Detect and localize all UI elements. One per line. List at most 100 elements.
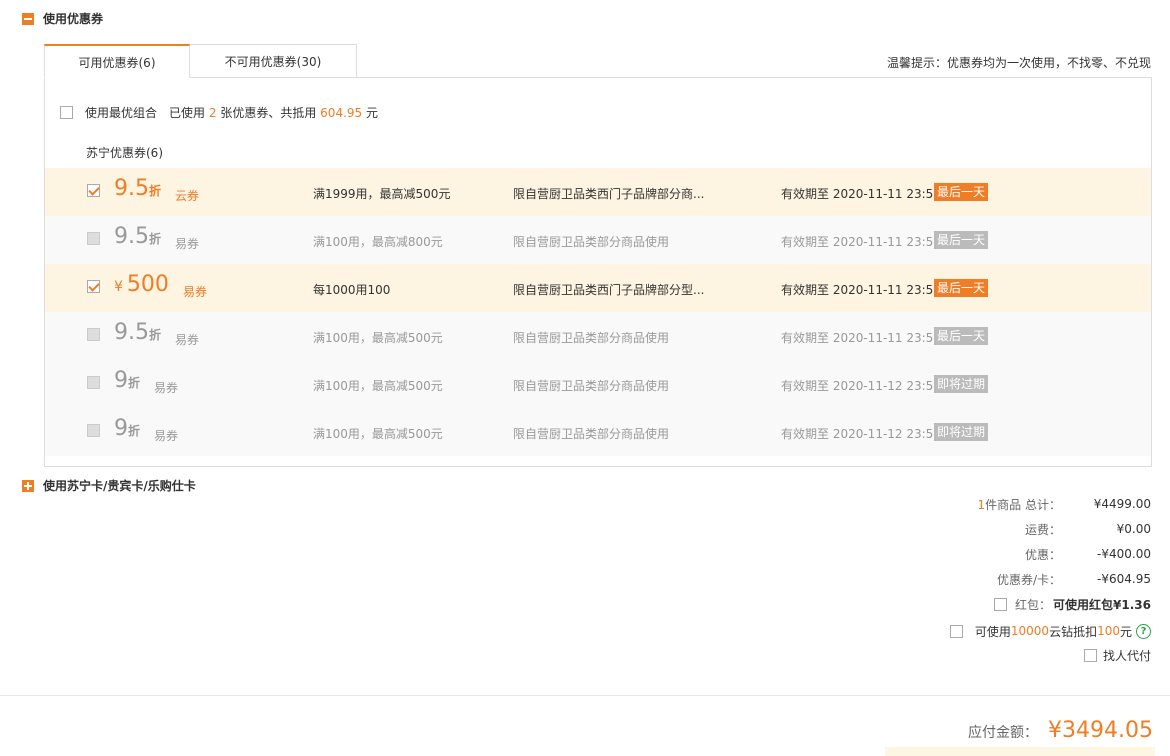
coupon-amount: 500 xyxy=(126,272,169,297)
redpacket-value: 可使用红包¥1.36 xyxy=(1053,597,1151,612)
coupon-type: 易券 xyxy=(175,237,200,251)
coupon-rule: 每1000用100 xyxy=(313,283,391,297)
coupon-badge: 最后一天 xyxy=(934,279,989,297)
shipping-label: 运费： xyxy=(1024,522,1061,537)
coupon-currency: ¥ xyxy=(114,279,123,295)
total-line: 1件商品 总计： ¥4499.00 xyxy=(978,496,1151,512)
coupon-rule: 满100用，最高减800元 xyxy=(313,235,443,249)
coupon-card-label: 优惠券/卡： xyxy=(996,572,1061,587)
coupon-rule: 满100用，最高减500元 xyxy=(313,379,443,393)
coupon-badge: 最后一天 xyxy=(934,183,989,201)
divider xyxy=(0,695,1170,696)
best-combo-checkbox[interactable] xyxy=(60,106,73,119)
best-combo-summary: 已使用 2 张优惠券、共抵用 604.95 元 xyxy=(169,104,378,121)
yunzuan-mid: 云钻抵扣 xyxy=(1049,624,1098,639)
coupon-value: 9.5折 xyxy=(114,176,161,201)
coupon-type: 云券 xyxy=(175,189,200,203)
tab-available-coupons[interactable]: 可用优惠券(6) xyxy=(44,44,190,78)
coupon-row[interactable]: 9.5折 云券 满1999用，最高减500元 限自营厨卫品类西门子品牌部分商..… xyxy=(45,168,1151,216)
coupon-card-line: 优惠券/卡： -¥604.95 xyxy=(997,571,1151,587)
coupon-row[interactable]: 9折 易券 满100用，最高减500元 限自营厨卫品类部分商品使用 有效期至 2… xyxy=(45,408,1151,456)
coupon-badge: 最后一天 xyxy=(934,231,989,249)
coupon-validity: 有效期至 2020-11-11 23:59 xyxy=(781,187,941,201)
coupon-badge: 即将过期 xyxy=(934,375,989,393)
coupon-tabs: 可用优惠券(6) 不可用优惠券(30) xyxy=(44,44,357,78)
yunzuan-amount: 10000 xyxy=(1010,624,1050,638)
shipping-value: ¥0.00 xyxy=(1116,522,1151,536)
coupon-row[interactable]: ¥500 易券 每1000用100 限自营厨卫品类西门子品牌部分型... 有效期… xyxy=(45,264,1151,312)
coupon-checkbox[interactable] xyxy=(87,424,100,437)
card-section-header[interactable]: 使用苏宁卡/贵宾卡/乐购仕卡 xyxy=(22,477,196,494)
best-combo-label: 使用最优组合 xyxy=(85,106,158,120)
coupon-validity: 有效期至 2020-11-11 23:59 xyxy=(781,283,941,297)
payable-label: 应付金额： xyxy=(968,725,1039,741)
coupon-unit: 折 xyxy=(149,328,162,342)
coupon-panel: 使用最优组合 已使用 2 张优惠券、共抵用 604.95 元 苏宁优惠券(6) … xyxy=(44,77,1152,467)
coupon-unit: 折 xyxy=(128,424,141,438)
coupon-checkbox[interactable] xyxy=(87,280,100,293)
coupon-rule: 满100用，最高减500元 xyxy=(313,331,443,345)
redpacket-checkbox[interactable] xyxy=(993,597,1007,611)
coupon-value: 9折 xyxy=(114,368,140,393)
yunzuan-line: 可使用 10000 云钻抵扣 100 元 ? xyxy=(949,623,1151,639)
proxy-pay-checkbox[interactable] xyxy=(1083,648,1097,662)
coupon-limit: 限自营厨卫品类部分商品使用 xyxy=(513,379,670,393)
coupon-type: 易券 xyxy=(154,429,179,443)
redpacket-line: 红包： 可使用红包¥1.36 xyxy=(993,596,1151,612)
coupon-rule: 满100用，最高减500元 xyxy=(313,427,443,441)
discount-value: -¥400.00 xyxy=(1097,547,1151,561)
coupon-limit: 限自营厨卫品类部分商品使用 xyxy=(513,331,670,345)
coupon-value: 9折 xyxy=(114,416,140,441)
coupon-list: 9.5折 云券 满1999用，最高减500元 限自营厨卫品类西门子品牌部分商..… xyxy=(45,168,1151,456)
minus-square-icon[interactable] xyxy=(22,12,34,25)
used-mid: 张优惠券、共抵用 xyxy=(220,106,317,120)
discount-line: 优惠： -¥400.00 xyxy=(1025,546,1151,562)
proxy-pay-line: 找人代付 xyxy=(1083,647,1151,663)
coupon-value: 9.5折 xyxy=(114,224,161,249)
coupon-amount: 9.5 xyxy=(114,320,149,345)
coupon-checkbox[interactable] xyxy=(87,232,100,245)
proxy-pay-label: 找人代付 xyxy=(1102,648,1151,663)
best-combo: 使用最优组合 已使用 2 张优惠券、共抵用 604.95 元 xyxy=(60,104,378,121)
coupon-row[interactable]: 9.5折 易券 满100用，最高减800元 限自营厨卫品类部分商品使用 有效期至… xyxy=(45,216,1151,264)
coupon-validity: 有效期至 2020-11-12 23:59 xyxy=(781,427,941,441)
coupon-validity: 有效期至 2020-11-12 23:59 xyxy=(781,379,941,393)
used-count: 2 xyxy=(208,106,217,120)
coupon-amount: 9.5 xyxy=(114,224,149,249)
used-prefix: 已使用 xyxy=(169,106,206,120)
coupon-group-title: 苏宁优惠券(6) xyxy=(86,146,163,160)
coupon-row[interactable]: 9.5折 易券 满100用，最高减500元 限自营厨卫品类部分商品使用 有效期至… xyxy=(45,312,1151,360)
used-suffix: 元 xyxy=(366,106,379,120)
discount-label: 优惠： xyxy=(1024,547,1061,562)
plus-square-icon[interactable] xyxy=(22,479,34,492)
coupon-rule: 满1999用，最高减500元 xyxy=(313,187,451,201)
card-section-title: 使用苏宁卡/贵宾卡/乐购仕卡 xyxy=(43,479,196,493)
payable-value: ¥3494.05 xyxy=(1048,718,1153,743)
coupon-section-header[interactable]: 使用优惠券 xyxy=(22,10,103,27)
coupon-limit: 限自营厨卫品类部分商品使用 xyxy=(513,235,670,249)
coupon-badge: 即将过期 xyxy=(934,423,989,441)
coupon-amount: 9.5 xyxy=(114,176,149,201)
payable-amount: 应付金额： ¥3494.05 xyxy=(968,718,1153,743)
total-label: 件商品 总计： xyxy=(985,497,1061,512)
coupon-limit: 限自营厨卫品类西门子品牌部分商... xyxy=(513,187,705,201)
coupon-type: 易券 xyxy=(154,381,179,395)
coupon-unit: 折 xyxy=(149,184,162,198)
yunzuan-checkbox[interactable] xyxy=(949,624,963,638)
coupon-checkbox[interactable] xyxy=(87,376,100,389)
coupon-limit: 限自营厨卫品类西门子品牌部分型... xyxy=(513,283,705,297)
yunzuan-suffix: 元 xyxy=(1119,624,1132,639)
question-circle-icon[interactable]: ? xyxy=(1136,623,1151,639)
coupon-type: 易券 xyxy=(183,285,208,299)
tab-unavailable-coupons[interactable]: 不可用优惠券(30) xyxy=(190,44,357,78)
submit-bar-strip xyxy=(885,747,1155,756)
coupon-checkbox[interactable] xyxy=(87,184,100,197)
coupon-value: 9.5折 xyxy=(114,320,161,345)
shipping-line: 运费： ¥0.00 xyxy=(1025,521,1151,537)
coupon-badge: 最后一天 xyxy=(934,327,989,345)
coupon-checkbox[interactable] xyxy=(87,328,100,341)
coupon-amount: 9 xyxy=(114,416,128,441)
yunzuan-prefix: 可使用 xyxy=(974,624,1011,639)
coupon-row[interactable]: 9折 易券 满100用，最高减500元 限自营厨卫品类部分商品使用 有效期至 2… xyxy=(45,360,1151,408)
coupon-card-value: -¥604.95 xyxy=(1097,572,1151,586)
